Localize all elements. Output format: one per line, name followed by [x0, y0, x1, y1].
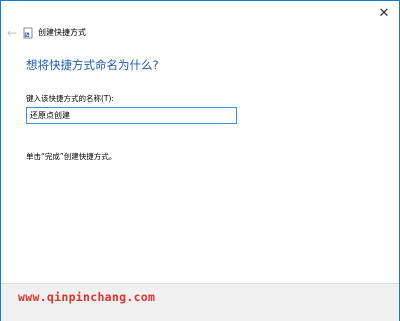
shortcut-name-input[interactable]: [26, 107, 237, 124]
wizard-title: 创建快捷方式: [38, 28, 86, 37]
finish-instruction: 单击“完成”创建快捷方式。: [26, 152, 117, 161]
back-arrow-icon: ←: [6, 26, 18, 40]
create-shortcut-window: ✕ ← 创建快捷方式 想将快捷方式命名为什么? 键入该快捷方式的名称(T): 单…: [0, 0, 400, 321]
shortcut-name-label: 键入该快捷方式的名称(T):: [26, 94, 114, 103]
close-icon: ✕: [378, 5, 390, 21]
watermark-text: www.qinpinchang.com: [18, 290, 156, 304]
shortcut-wizard-icon: [23, 27, 33, 39]
back-button[interactable]: ←: [5, 26, 19, 40]
close-button[interactable]: ✕: [369, 1, 399, 25]
page-heading: 想将快捷方式命名为什么?: [26, 58, 159, 72]
wizard-header: ← 创建快捷方式: [1, 23, 399, 45]
